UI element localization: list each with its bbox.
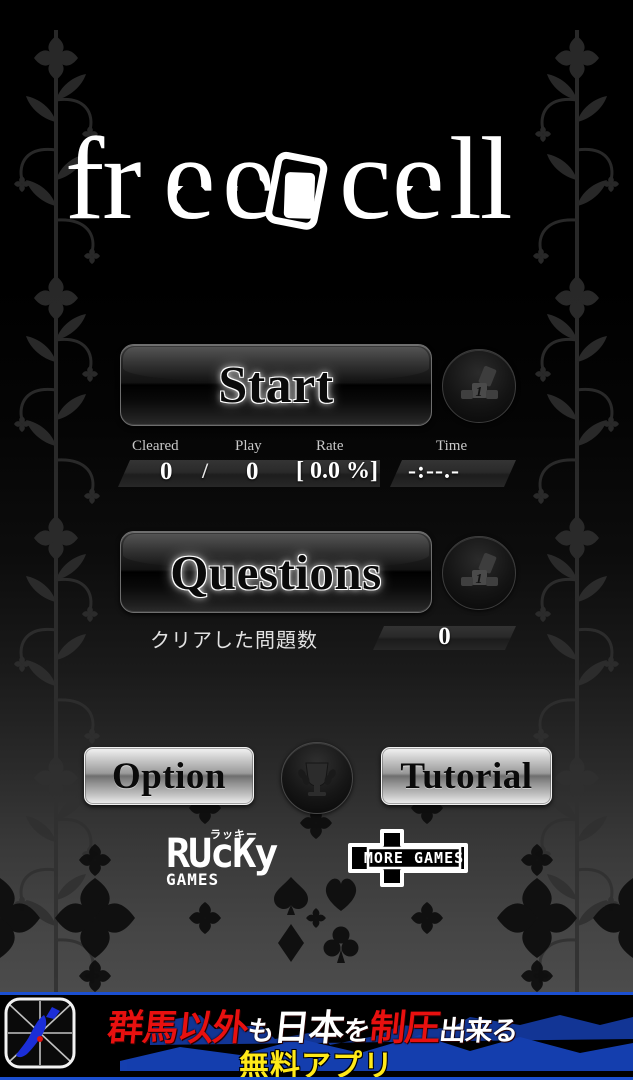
svg-text:ラッキー: ラッキー [210, 828, 258, 841]
svg-text:1: 1 [476, 385, 483, 400]
option-button[interactable]: Option [84, 747, 254, 805]
svg-text:fr: fr [67, 118, 141, 244]
rucky-games-logo: RUcKy ラッキー GAMES [166, 828, 279, 889]
trophy-icon [298, 762, 336, 796]
app-root: freecell fr e e [0, 0, 633, 1080]
rank-button-questions[interactable]: 1 [442, 536, 516, 610]
start-button-label: Start [218, 356, 334, 414]
brand-row: RUcKy ラッキー GAMES MORE GAMES [0, 826, 633, 890]
stat-label-cleared: Cleared [132, 438, 179, 454]
card-glyph-icon [264, 151, 327, 230]
stat-label-time: Time [436, 438, 468, 454]
questions-count-row: クリアした問題数 0 [118, 622, 516, 654]
start-button[interactable]: Start [120, 344, 432, 426]
stat-label-rate: Rate [316, 438, 344, 454]
ad-background [0, 995, 633, 1071]
stat-value-play: 0 [246, 458, 259, 485]
questions-button-label: Questions [170, 544, 382, 600]
podium-rank-icon: 1 [461, 553, 498, 587]
stat-value-separator: / [202, 458, 209, 483]
questions-count-label: クリアした問題数 [150, 628, 318, 652]
trophy-button[interactable] [281, 742, 353, 814]
podium-rank-icon: 1 [461, 366, 498, 400]
tutorial-button-label: Tutorial [400, 755, 533, 797]
svg-text:1: 1 [476, 572, 483, 587]
questions-button[interactable]: Questions [120, 531, 432, 613]
freecell-wordmark-icon: fr e e [67, 118, 513, 244]
stat-value-rate: [ 0.0 %] [296, 458, 378, 484]
more-games-button[interactable]: MORE GAMES [346, 829, 470, 887]
svg-text:MORE GAMES: MORE GAMES [363, 849, 463, 867]
stat-label-play: Play [235, 438, 262, 454]
option-button-label: Option [111, 755, 227, 797]
tutorial-button[interactable]: Tutorial [381, 747, 552, 805]
page-title: freecell fr e e [0, 112, 633, 252]
svg-text:GAMES: GAMES [166, 870, 219, 889]
stats-row: Cleared Play Rate Time 0 / 0 [ 0.0 %] -:… [118, 438, 516, 490]
stats-labels: Cleared Play Rate Time [118, 438, 516, 458]
svg-text:ll: ll [449, 118, 511, 244]
rank-button-start[interactable]: 1 [442, 349, 516, 423]
stat-value-time: -:--.- [408, 458, 460, 484]
questions-count-value: 0 [438, 623, 451, 650]
japan-map-app-icon [4, 997, 76, 1069]
stat-value-cleared: 0 [160, 458, 173, 485]
ad-banner[interactable]: 群馬以外も日本を制圧出来る 無料アプリ [0, 992, 633, 1080]
